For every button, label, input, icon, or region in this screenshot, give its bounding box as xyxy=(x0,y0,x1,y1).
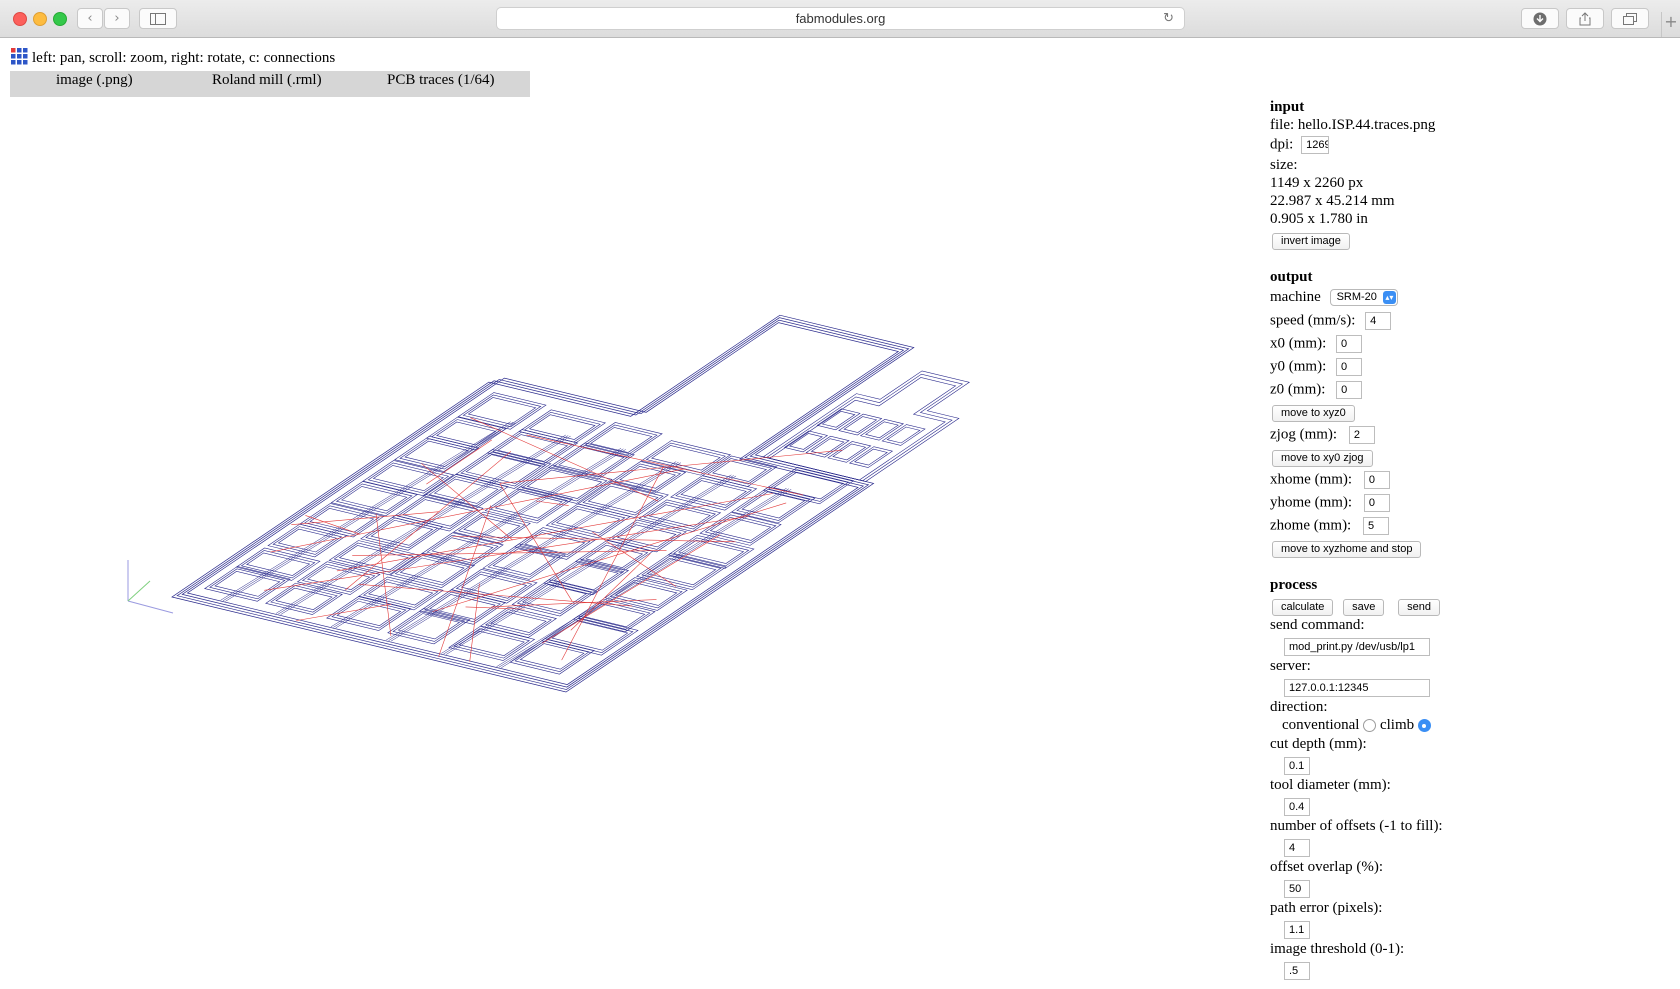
output-heading: output xyxy=(1270,269,1313,285)
calculate-button[interactable]: calculate xyxy=(1272,599,1334,616)
xhome-field[interactable]: 0 xyxy=(1363,471,1390,489)
input-format-menu[interactable]: image (.png) xyxy=(56,71,133,90)
path-error-label: path error (pixels): xyxy=(1270,900,1383,916)
xhome-label: xhome (mm): xyxy=(1270,471,1353,488)
forward-button[interactable]: › xyxy=(104,8,130,29)
tool-diameter-field[interactable]: 0.4 xyxy=(1284,798,1310,816)
climb-radio[interactable] xyxy=(1417,719,1431,733)
conventional-label: conventional xyxy=(1282,717,1360,733)
tool-diameter-label: tool diameter (mm): xyxy=(1270,777,1391,793)
downloads-button[interactable] xyxy=(1521,8,1559,29)
save-button[interactable]: save xyxy=(1343,599,1385,616)
send-command-field[interactable]: mod_print.py /dev/usb/lp1 xyxy=(1284,638,1430,656)
minimize-window-button[interactable] xyxy=(33,12,47,26)
cut-depth-field[interactable]: 0.1 xyxy=(1284,757,1310,775)
offsets-field[interactable]: 4 xyxy=(1284,839,1310,857)
pcb-traces xyxy=(171,314,971,693)
server-label: server: xyxy=(1270,658,1311,674)
speed-field[interactable]: 4 xyxy=(1365,312,1392,330)
dpi-field[interactable]: 1269 xyxy=(1301,136,1330,154)
size-label: size: xyxy=(1270,157,1298,173)
chevron-left-icon: ‹ xyxy=(87,11,93,26)
move-to-zjog-button[interactable]: move to xy0 zjog xyxy=(1272,450,1373,467)
speed-label: speed (mm/s): xyxy=(1270,312,1356,329)
controls-hint: left: pan, scroll: zoom, right: rotate, … xyxy=(10,47,335,67)
server-field[interactable]: 127.0.0.1:12345 xyxy=(1284,679,1430,697)
tabs-button[interactable] xyxy=(1611,8,1649,29)
send-button[interactable]: send xyxy=(1398,599,1441,616)
reload-icon[interactable]: ↻ xyxy=(1163,8,1174,29)
input-file: file: hello.ISP.44.traces.png xyxy=(1270,117,1436,133)
share-icon xyxy=(1579,12,1591,26)
process-heading: process xyxy=(1270,577,1318,593)
sidebar-button[interactable] xyxy=(139,8,177,29)
zjog-field[interactable]: 2 xyxy=(1348,426,1375,444)
axis-gizmo-icon xyxy=(127,560,174,614)
size-in: 0.905 x 1.780 in xyxy=(1270,211,1368,227)
z0-label: z0 (mm): xyxy=(1270,381,1326,398)
plus-icon: + xyxy=(1664,12,1678,31)
select-arrows-icon: ▴▾ xyxy=(1382,291,1396,305)
close-window-button[interactable] xyxy=(13,12,27,26)
chevron-right-icon: › xyxy=(114,11,120,26)
back-button[interactable]: ‹ xyxy=(77,8,103,29)
machine-value: SRM-20 xyxy=(1336,291,1377,304)
download-icon xyxy=(1533,12,1547,26)
x0-field[interactable]: 0 xyxy=(1336,335,1362,353)
zhome-label: zhome (mm): xyxy=(1270,517,1352,534)
send-command-label: send command: xyxy=(1270,617,1365,633)
output-format-menu[interactable]: Roland mill (.rml) xyxy=(212,71,322,90)
tabs-icon xyxy=(1623,13,1637,25)
dpi-label: dpi: xyxy=(1270,136,1294,153)
machine-select[interactable]: SRM-20 ▴▾ xyxy=(1329,289,1398,307)
overlap-field[interactable]: 50 xyxy=(1284,880,1310,898)
new-tab-button[interactable]: + xyxy=(1661,12,1680,37)
fullscreen-window-button[interactable] xyxy=(53,12,67,26)
share-button[interactable] xyxy=(1566,8,1604,29)
z0-field[interactable]: 0 xyxy=(1336,381,1363,399)
offsets-label: number of offsets (-1 to fill): xyxy=(1270,818,1443,834)
threshold-field[interactable]: .5 xyxy=(1284,962,1310,980)
sidebar-icon xyxy=(150,13,166,25)
yhome-label: yhome (mm): xyxy=(1270,494,1353,511)
machine-label: machine xyxy=(1270,289,1321,305)
fab-modules-logo-icon xyxy=(11,48,28,65)
zhome-field[interactable]: 5 xyxy=(1362,517,1389,535)
size-mm: 22.987 x 45.214 mm xyxy=(1270,193,1395,209)
url-text: fabmodules.org xyxy=(795,11,886,26)
process-menu[interactable]: PCB traces (1/64) xyxy=(387,71,494,90)
hint-text: left: pan, scroll: zoom, right: rotate, … xyxy=(32,50,336,66)
y0-label: y0 (mm): xyxy=(1270,358,1327,375)
overlap-label: offset overlap (%): xyxy=(1270,859,1384,875)
size-px: 1149 x 2260 px xyxy=(1270,175,1364,191)
cut-depth-label: cut depth (mm): xyxy=(1270,736,1367,752)
address-bar[interactable]: fabmodules.org ↻ xyxy=(496,7,1185,30)
zjog-label: zjog (mm): xyxy=(1270,426,1338,443)
toolpath-viewer[interactable] xyxy=(120,185,1060,755)
yhome-field[interactable]: 0 xyxy=(1363,494,1390,512)
conventional-radio[interactable] xyxy=(1363,719,1377,733)
toolpath-canvas[interactable] xyxy=(120,185,1060,755)
x0-label: x0 (mm): xyxy=(1270,335,1327,352)
input-heading: input xyxy=(1270,99,1305,115)
path-error-field[interactable]: 1.1 xyxy=(1284,921,1310,939)
direction-label: direction: xyxy=(1270,699,1328,715)
browser-toolbar: ‹ › fabmodules.org ↻ + xyxy=(0,0,1680,38)
y0-field[interactable]: 0 xyxy=(1336,358,1362,376)
move-to-xyz0-button[interactable]: move to xyz0 xyxy=(1272,405,1355,422)
module-menubar: image (.png) Roland mill (.rml) PCB trac… xyxy=(10,71,530,97)
move-to-xyzhome-button[interactable]: move to xyzhome and stop xyxy=(1272,541,1422,558)
climb-label: climb xyxy=(1379,717,1415,733)
invert-image-button[interactable]: invert image xyxy=(1272,233,1350,250)
threshold-label: image threshold (0-1): xyxy=(1270,941,1405,957)
